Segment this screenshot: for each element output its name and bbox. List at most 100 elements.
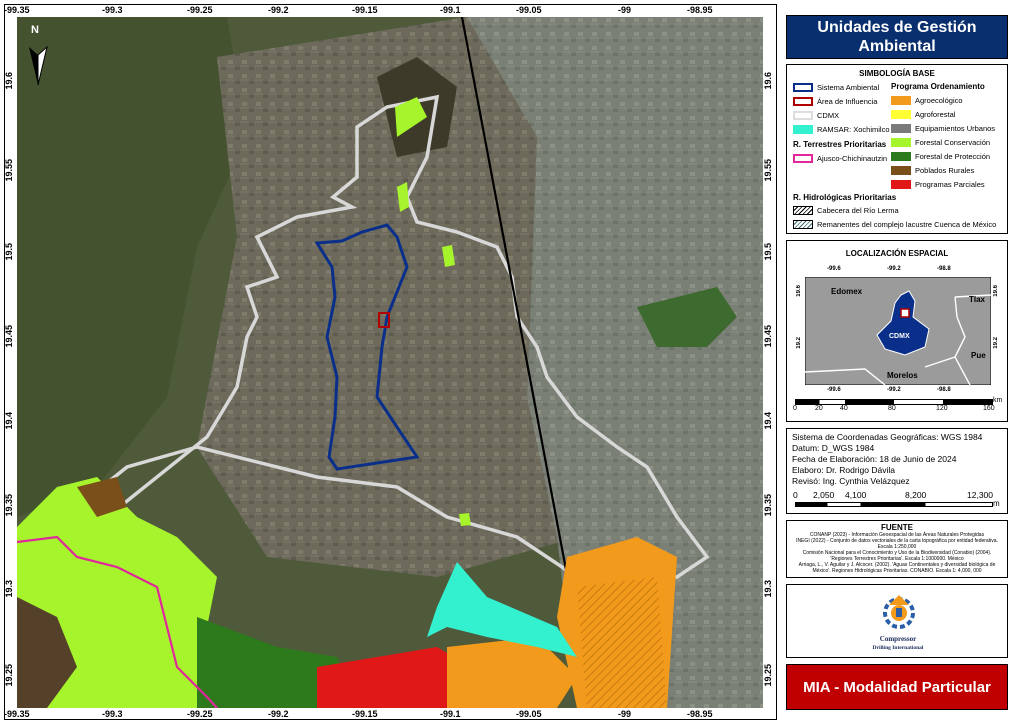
locator-label-morelos: Morelos — [887, 371, 918, 380]
tick-top-6: -99.05 — [516, 5, 542, 15]
legend-item-ajusco: Ajusco-Chichinautzin — [793, 154, 887, 163]
locator-label-pue: Pue — [971, 351, 986, 360]
tick-left-6: 19.3 — [4, 580, 14, 598]
locator-scale-0: 0 — [793, 405, 797, 412]
legend-item-ramsar: RAMSAR: Xochimilco — [793, 125, 890, 134]
legend-label: Ajusco-Chichinautzin — [817, 154, 888, 163]
footer-label: MIA - Modalidad Particular — [787, 665, 1007, 709]
legend-label: Programas Parciales — [915, 180, 985, 189]
info-box: Sistema de Coordenadas Geográficas: WGS … — [786, 428, 1008, 514]
locator-scale-1: 20 — [815, 405, 823, 412]
fuente-line: México'. Regiones Hidrológicas Prioritar… — [812, 568, 982, 574]
legend-item-cdmx: CDMX — [793, 111, 839, 120]
legend-programa-heading: Programa Ordenamiento — [891, 82, 985, 91]
locator-scale-4: 120 — [936, 405, 948, 412]
locator-bottom-tick-2: -98.8 — [937, 387, 951, 393]
locator-box: LOCALIZACIÓN ESPACIAL Edomex Tlax CDMX P… — [786, 240, 1008, 422]
legend-item-sistema-ambiental: Sistema Ambiental — [793, 83, 879, 92]
legend-label: Poblados Rurales — [915, 166, 975, 175]
locator-top-tick-2: -98.8 — [937, 266, 951, 272]
forestal-patch — [459, 513, 471, 526]
map-bottom-ticks: -99.35 -99.3 -99.25 -99.2 -99.15 -99.1 -… — [0, 709, 780, 721]
tick-right-0: 19.6 — [763, 72, 773, 90]
main-map[interactable] — [17, 17, 763, 708]
locator-heading: LOCALIZACIÓN ESPACIAL — [845, 249, 949, 258]
legend-item-equipamientos: Equipamientos Urbanos — [891, 124, 995, 133]
locator-label-edomex: Edomex — [831, 287, 863, 296]
tick-top-2: -99.25 — [187, 5, 213, 15]
legend-label: RAMSAR: Xochimilco — [817, 125, 890, 134]
tick-left-3: 19.45 — [4, 325, 14, 348]
swatch-area-influencia — [793, 97, 813, 106]
legend-item-forestal-proteccion: Forestal de Protección — [891, 152, 990, 161]
tick-bottom-5: -99.1 — [440, 709, 461, 719]
tick-left-7: 19.25 — [4, 664, 14, 687]
swatch-agroforestal — [891, 110, 911, 119]
tick-right-2: 19.5 — [763, 243, 773, 261]
legend-item-programas-parciales: Programas Parciales — [891, 180, 985, 189]
legend-item-cabecera-lerma: Cabecera del Río Lerma — [793, 206, 899, 215]
locator-label-cdmx: CDMX — [889, 333, 910, 340]
legend-item-forestal-conservacion: Forestal Conservación — [891, 138, 990, 147]
tick-top-8: -98.95 — [687, 5, 713, 15]
tick-top-3: -99.2 — [268, 5, 289, 15]
tick-right-3: 19.45 — [763, 325, 773, 348]
swatch-programas-parciales — [891, 180, 911, 189]
tick-bottom-4: -99.15 — [352, 709, 378, 719]
legend-label: Área de Influencia — [817, 97, 878, 106]
fuente-box: FUENTE CONANP (2023) - Información Geoes… — [786, 520, 1008, 578]
swatch-agroecologico — [891, 96, 911, 105]
info-coord-system: Sistema de Coordenadas Geográficas: WGS … — [792, 432, 983, 442]
footer-box: MIA - Modalidad Particular — [786, 664, 1008, 710]
legend-item-agroecologico: Agroecológico — [891, 96, 963, 105]
swatch-ajusco — [793, 154, 813, 163]
tick-right-1: 19.55 — [763, 159, 773, 182]
info-date: Fecha de Elaboración: 18 de Junio de 202… — [792, 454, 957, 464]
swatch-sistema-ambiental — [793, 83, 813, 92]
tick-left-4: 19.4 — [4, 412, 14, 430]
tick-left-5: 19.35 — [4, 494, 14, 517]
locator-scale-5: 160 — [983, 405, 995, 412]
legend-label: Sistema Ambiental — [817, 83, 880, 92]
legend-heading: SIMBOLOGÍA BASE — [859, 69, 935, 78]
locator-top-tick-1: -99.2 — [887, 266, 901, 272]
locator-area — [900, 308, 910, 318]
locator-left-tick-1: 19.2 — [796, 337, 802, 349]
legend-label: Cabecera del Río Lerma — [817, 206, 899, 215]
legend-terrestres-heading: R. Terrestres Prioritarias — [793, 140, 887, 149]
main-scale-2: 4,100 — [845, 490, 867, 500]
legend-label: Forestal de Protección — [915, 152, 991, 161]
main-scale-4: 12,300 — [967, 490, 993, 500]
locator-right-tick-1: 19.2 — [993, 337, 999, 349]
swatch-poblados-rurales — [891, 166, 911, 175]
locator-bottom-tick-0: -99.6 — [827, 387, 841, 393]
logo-line1: Compressor — [879, 635, 917, 643]
main-scale-3: 8,200 — [905, 490, 927, 500]
logo-box: Compressor Drilling International — [786, 584, 1008, 658]
tick-bottom-1: -99.3 — [102, 709, 123, 719]
tick-right-7: 19.25 — [763, 664, 773, 687]
locator-top-tick-0: -99.6 — [827, 266, 841, 272]
swatch-cabecera-lerma — [793, 206, 813, 215]
locator-bottom-tick-1: -99.2 — [887, 387, 901, 393]
page-title: Unidades de Gestión Ambiental — [787, 16, 1007, 58]
main-scale-bar — [795, 502, 993, 507]
tick-bottom-3: -99.2 — [268, 709, 289, 719]
tick-right-5: 19.35 — [763, 494, 773, 517]
map-right-ticks: 19.6 19.55 19.5 19.45 19.4 19.35 19.3 19… — [763, 0, 775, 725]
legend-hidro-heading: R. Hidrológicas Prioritarias — [793, 193, 897, 202]
tick-top-7: -99 — [618, 5, 632, 15]
legend-label: CDMX — [817, 111, 840, 120]
tick-bottom-2: -99.25 — [187, 709, 213, 719]
map-left-ticks: 19.6 19.55 19.5 19.45 19.4 19.35 19.3 19… — [4, 0, 16, 725]
logo-line2: Drilling International — [872, 645, 924, 651]
locator-left-tick-0: 19.6 — [796, 285, 802, 297]
locator-scale-2: 40 — [840, 405, 848, 412]
locator-scale-unit: km — [993, 397, 1003, 404]
tick-top-5: -99.1 — [440, 5, 461, 15]
tick-left-2: 19.5 — [4, 243, 14, 261]
fuente-heading: FUENTE — [881, 523, 913, 532]
main-scale-0: 0 — [793, 490, 798, 500]
swatch-forestal-conservacion — [891, 138, 911, 147]
main-scale-1: 2,050 — [813, 490, 835, 500]
